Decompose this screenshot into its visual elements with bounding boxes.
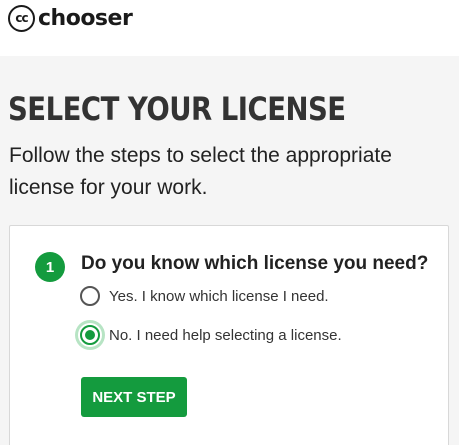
- top-bar: cc chooser: [0, 0, 459, 56]
- cc-logo-icon: cc: [8, 4, 35, 32]
- step-card: 1 Do you know which license you need? Ye…: [9, 225, 449, 445]
- page-title: SELECT YOUR LICENSE: [8, 90, 346, 128]
- option-yes-label: Yes. I know which license I need.: [109, 287, 329, 305]
- radio-selected-dot: [85, 330, 95, 340]
- option-no[interactable]: No. I need help selecting a license.: [80, 325, 342, 345]
- cc-chooser-logo[interactable]: cc chooser: [8, 4, 133, 32]
- page-subtitle: Follow the steps to select the appropria…: [9, 144, 392, 199]
- radio-no[interactable]: [80, 325, 100, 345]
- step-question: Do you know which license you need?: [81, 253, 429, 274]
- step-number-badge: 1: [35, 252, 65, 282]
- next-step-button[interactable]: NEXT STEP: [81, 377, 187, 417]
- option-no-label: No. I need help selecting a license.: [109, 326, 342, 344]
- option-yes[interactable]: Yes. I know which license I need.: [80, 286, 329, 306]
- radio-yes[interactable]: [80, 286, 100, 306]
- logo-text: chooser: [38, 5, 133, 31]
